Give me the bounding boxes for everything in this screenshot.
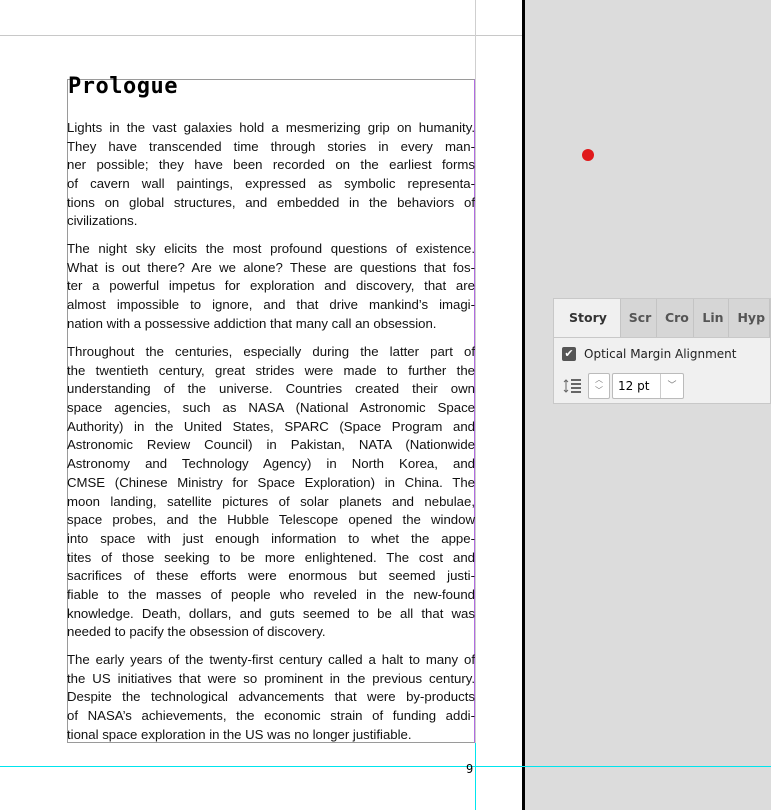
body-paragraph: The night sky elicits the most profound … [67,240,475,333]
text-line: into space with just enough information … [67,530,475,546]
text-line: civilizations. [67,213,138,229]
text-line: Authority) in the United States, SPARC (… [67,418,475,434]
text-line: ter a powerful impetus for exploration a… [67,278,475,294]
size-value[interactable]: 12 pt [613,379,660,393]
bleed-guide [475,743,476,810]
body-paragraph: Lights in the vast galaxies hold a mesme… [67,119,475,231]
top-margin-guide [0,35,522,36]
optical-margin-size-icon [563,379,581,393]
text-line: tional space exploration in the US was n… [67,726,412,742]
text-line: The night sky elicits the most profound … [67,241,475,256]
text-line: sacrifices of these efforts were enormou… [67,568,475,584]
text-line: of cavern wall paintings, expressed as s… [67,176,475,192]
size-field[interactable]: 12 pt ﹀ [612,373,684,399]
body-paragraph: Throughout the centuries, especially dur… [67,343,475,642]
tab-cross-references[interactable]: Cro [657,299,695,337]
text-line: fiable to the masses of people who revel… [67,586,475,602]
text-line: What is out there? Are we alone? These a… [67,259,475,275]
tab-links[interactable]: Lin [694,299,730,337]
text-line: almost impossible to ignore, and that dr… [67,297,475,313]
text-line: tites of those seeking to be more enligh… [67,549,475,565]
text-line: moon landing, satellite pictures of sola… [67,493,475,509]
text-line: tions on global structures, and embedded… [67,194,475,210]
tab-scripts[interactable]: Scr [621,299,657,337]
text-line: nation with a possessive addiction that … [67,315,437,331]
text-line: Astronomy and Technology Agency) in Nort… [67,456,475,472]
text-line: They have transcended time through stori… [67,138,475,154]
page-number: 9 [466,762,474,776]
optical-margin-label: Optical Margin Alignment [584,347,737,361]
text-line: ner possible; they have been recorded on… [67,157,475,173]
text-line: the twentieth century, great strides wer… [67,362,475,378]
size-dropdown-icon[interactable]: ﹀ [660,374,683,398]
chevron-up-icon[interactable]: ︿ [589,374,609,385]
text-line: needed to pacify the obsession of discov… [67,624,326,640]
page-edge-guide [475,0,476,810]
text-line: Lights in the vast galaxies hold a mesme… [67,120,475,135]
chapter-title: Prologue [68,74,178,99]
text-line: CMSE (Chinese Ministry for Space Explora… [67,474,475,490]
text-line: knowledge. Death, dollars, and guts seem… [67,605,475,621]
text-line: space probes, and the Hubble Telescope o… [67,512,475,528]
text-line: the US initiatives that were so prominen… [67,670,475,686]
panel-tabs: Story Scr Cro Lin Hyp [554,299,770,338]
optical-margin-checkbox[interactable]: ✔ [562,347,576,361]
text-line: The early years of the twenty-first cent… [67,652,475,667]
bottom-guide [0,766,771,767]
red-marker-dot [582,149,594,161]
pasteboard [525,0,771,810]
tab-story[interactable]: Story [554,299,621,337]
tab-hyperlinks[interactable]: Hyp [729,299,770,337]
size-stepper[interactable]: ︿ ﹀ [588,373,610,399]
text-line: Despite the technological advancements t… [67,689,475,705]
page-spine [522,0,525,810]
text-line: Astronomic Review Council) in Pakistan, … [67,437,475,453]
text-line: space agencies, such as NASA (National A… [67,400,475,416]
text-line: understanding of the universe. Countries… [67,381,475,397]
story-panel: Story Scr Cro Lin Hyp ✔ Optical Margin A… [553,298,771,404]
text-line: of NASA’s achievements, the economic str… [67,708,475,724]
body-paragraph: The early years of the twenty-first cent… [67,651,475,744]
text-line: Throughout the centuries, especially dur… [67,344,475,359]
chevron-down-icon[interactable]: ﹀ [589,385,609,396]
